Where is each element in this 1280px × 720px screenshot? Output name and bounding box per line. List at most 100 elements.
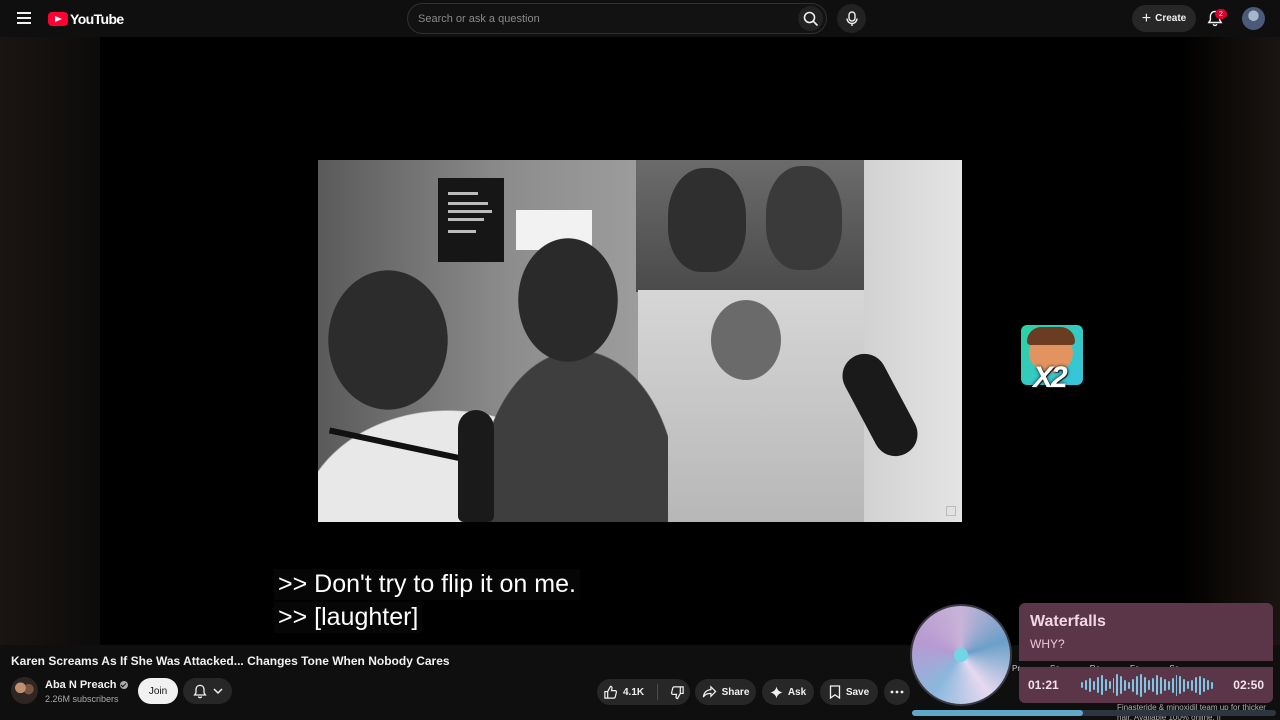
search-box [407,3,827,34]
waveform-bar [1108,681,1111,689]
disc-hub [954,648,968,662]
search-icon [803,11,818,26]
waveform-bar [1171,677,1174,693]
waveform-bar [1151,678,1154,692]
person-right [488,210,668,522]
top-bar: YouTube + Create 2 [0,0,1280,37]
waveform-bar [1132,678,1135,692]
more-horizontal-icon [890,690,904,694]
waveform-bar [1116,674,1119,696]
painted-face-right [766,166,842,270]
waveform-bar [1179,676,1182,694]
video-frame[interactable] [318,160,962,522]
now-playing-timeline: 01:21 02:50 [1019,667,1273,703]
waveform-bar [1100,675,1103,695]
waveform-bar [1159,676,1162,694]
caption-line: >> Don't try to flip it on me. [274,569,580,600]
waveform-bar [1187,681,1190,689]
sticker-multiplier: X2 [1033,361,1068,394]
ask-label: Ask [787,686,807,698]
channel-name-link[interactable]: Aba N Preach [45,679,128,691]
youtube-logo[interactable]: YouTube [48,11,124,27]
total-time: 02:50 [1233,678,1264,692]
emote-sticker: X2 [1019,323,1089,394]
waveform-bar [1147,680,1150,690]
waveform-bar [1140,673,1142,697]
share-icon [702,685,717,698]
share-button[interactable]: Share [695,679,756,705]
waveform-bar [1081,682,1083,688]
sparkle-icon [770,685,783,699]
track-artist: WHY? [1030,637,1065,651]
waveform-bar [1195,677,1198,693]
captions: >> Don't try to flip it on me. >> [laugh… [274,569,604,635]
playback-progress-fill [912,710,1084,716]
verified-icon [119,681,128,689]
bell-icon [192,684,207,698]
voice-search-button[interactable] [837,4,866,33]
create-label: Create [1155,13,1187,24]
menu-icon[interactable] [13,8,35,30]
play-logo-icon [48,12,68,26]
bookmark-icon [829,685,840,699]
waveform-bar [1203,678,1205,692]
waveform-bar [1136,675,1139,695]
waveform-bar [1092,680,1095,690]
waveform-bar [1199,675,1202,695]
more-actions-button[interactable] [884,679,910,705]
save-label: Save [845,686,870,698]
like-count: 4.1K [623,686,645,698]
audio-waveform[interactable] [1081,673,1213,697]
waveform-bar [1191,679,1194,691]
waveform-bar [1175,674,1178,696]
playback-progress-bar[interactable] [912,710,1276,716]
waveform-bar [1104,679,1107,691]
current-time: 01:21 [1028,678,1059,692]
waveform-bar [1144,677,1146,693]
waveform-bar [1183,678,1186,692]
waveform-bar [1124,679,1127,691]
waveform-bar [1128,681,1131,689]
waveform-bar [1163,679,1166,691]
album-art-disc[interactable] [910,604,1012,706]
waveform-bar [1167,680,1170,690]
channel-avatar[interactable] [11,677,38,704]
search-input[interactable] [418,4,788,33]
microphone-icon [845,10,858,26]
search-button[interactable] [798,6,823,31]
join-button[interactable]: Join [138,678,178,704]
now-playing-card[interactable]: Waterfalls WHY? [1019,603,1273,661]
subscriber-count: 2.26M subscribers [45,694,119,704]
share-label: Share [721,686,750,698]
track-title: Waterfalls [1030,613,1106,630]
channel-name: Aba N Preach [45,679,117,691]
dislike-button[interactable] [670,685,685,700]
waveform-bar [1096,677,1099,693]
like-button[interactable]: 4.1K [603,685,644,700]
caption-line: >> [laughter] [274,602,423,633]
thumbs-down-icon [671,685,684,699]
plus-icon: + [1141,9,1152,27]
account-avatar[interactable] [1242,7,1265,30]
corner-watermark-icon [946,506,956,516]
logo-text: YouTube [70,11,124,27]
subscription-notifications-button[interactable] [183,678,232,704]
thumbs-up-icon [604,685,618,699]
waveform-bar [1155,675,1158,695]
chevron-down-icon [212,688,223,695]
create-button[interactable]: + Create [1132,5,1196,32]
like-dislike-group: 4.1K [597,679,690,705]
video-title: Karen Screams As If She Was Attacked... … [11,654,450,668]
waveform-bar [1120,676,1123,694]
mural-circle [711,300,781,380]
waveform-bar [1112,677,1115,693]
waveform-bar [1088,678,1091,692]
save-button[interactable]: Save [820,679,878,705]
notification-badge: 2 [1215,9,1227,19]
ask-button[interactable]: Ask [762,679,814,705]
waveform-bar [1210,681,1213,689]
waveform-bar [1084,680,1087,690]
painted-face-left [668,168,746,272]
microphone-left [458,410,494,522]
waveform-bar [1207,680,1209,690]
